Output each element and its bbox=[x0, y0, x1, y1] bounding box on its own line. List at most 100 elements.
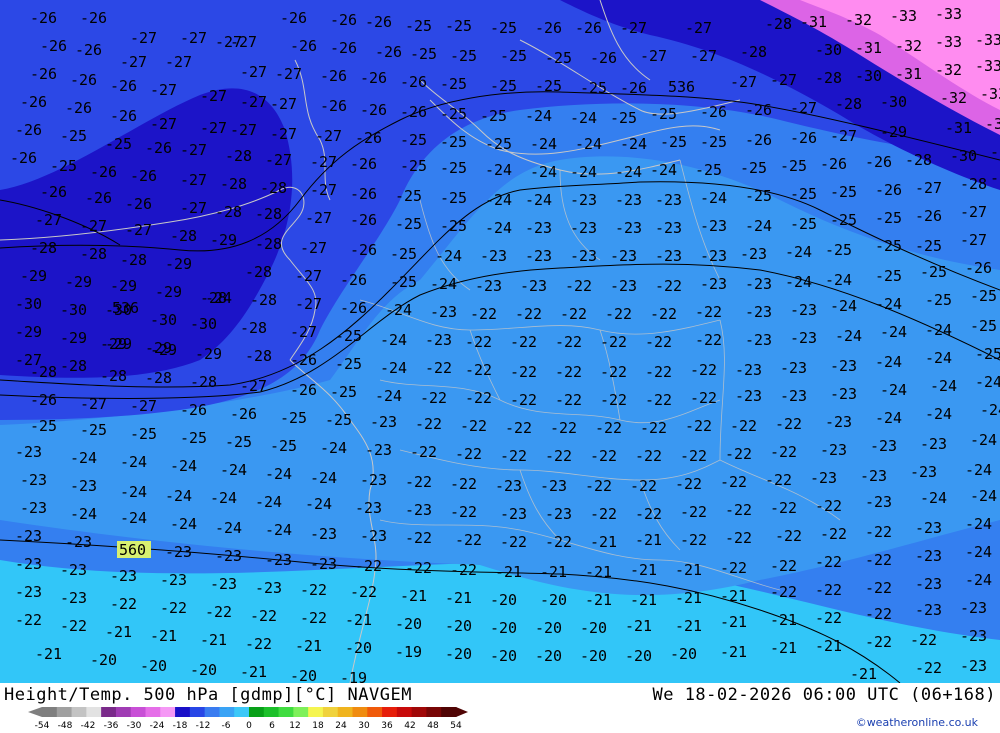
temperature-label: -23 bbox=[820, 441, 847, 459]
temperature-label: -24 bbox=[265, 521, 292, 539]
temperature-label: -22 bbox=[500, 533, 527, 551]
temperature-label: -27 bbox=[230, 121, 257, 139]
temperature-label: -21 bbox=[495, 563, 522, 581]
temperature-label: -22 bbox=[725, 445, 752, 463]
temperature-label: -27 bbox=[165, 53, 192, 71]
temperature-label: -28 bbox=[815, 69, 842, 87]
temperature-label: -23 bbox=[500, 505, 527, 523]
temperature-label: -27 bbox=[80, 395, 107, 413]
temperature-label: -26 bbox=[125, 195, 152, 213]
temperature-label: -22 bbox=[565, 277, 592, 295]
temperature-label: -28 bbox=[220, 175, 247, 193]
temperature-label: -23 bbox=[915, 575, 942, 593]
temperature-label: -22 bbox=[450, 475, 477, 493]
temperature-label: -25 bbox=[440, 75, 467, 93]
temperature-label: -23 bbox=[870, 437, 897, 455]
temperature-label: -29 bbox=[60, 329, 87, 347]
temperature-label: -22 bbox=[725, 529, 752, 547]
temperature-label: -22 bbox=[560, 305, 587, 323]
temperature-label: -24 bbox=[880, 381, 907, 399]
temperature-label: -25 bbox=[30, 417, 57, 435]
temperature-label: -24 bbox=[620, 135, 647, 153]
temperature-label: -23 bbox=[700, 275, 727, 293]
temperature-label: -24 bbox=[485, 219, 512, 237]
temperature-label: -24 bbox=[530, 135, 557, 153]
temperature-label: -22 bbox=[420, 389, 447, 407]
temperature-label: -22 bbox=[355, 557, 382, 575]
temperature-label: -23 bbox=[655, 219, 682, 237]
temperature-label: -25 bbox=[970, 317, 997, 335]
temperature-label: -24 bbox=[120, 453, 147, 471]
temperature-label: -26 bbox=[820, 155, 847, 173]
temperature-label: -20 bbox=[580, 647, 607, 665]
temperature-label: -26 bbox=[40, 37, 67, 55]
temperature-label: -29 bbox=[65, 273, 92, 291]
temperature-label: -27 bbox=[180, 171, 207, 189]
temperature-label: -23 bbox=[65, 533, 92, 551]
temperature-label: -22 bbox=[585, 477, 612, 495]
temperature-label: -27 bbox=[180, 141, 207, 159]
temperature-label: -27 bbox=[120, 53, 147, 71]
temperature-label: -29 bbox=[20, 267, 47, 285]
temperature-label: -27 bbox=[180, 199, 207, 217]
temperature-label: -24 bbox=[925, 405, 952, 423]
temperature-label: -23 bbox=[745, 275, 772, 293]
temperature-label: -27 bbox=[270, 95, 297, 113]
temperature-label: -26 bbox=[330, 39, 357, 57]
temperature-label: -23 bbox=[810, 469, 837, 487]
temperature-label: -23 bbox=[960, 657, 987, 675]
temperature-label: -29 bbox=[165, 255, 192, 273]
temperature-label: -23 bbox=[915, 519, 942, 537]
scale-tick-label: -30 bbox=[127, 721, 142, 731]
temperature-label: -23 bbox=[700, 217, 727, 235]
temperature-label: -21 bbox=[815, 637, 842, 655]
temperature-label: -22 bbox=[465, 389, 492, 407]
temperature-label: -23 bbox=[745, 331, 772, 349]
temperature-label: -27 bbox=[310, 153, 337, 171]
temperature-label: -25 bbox=[445, 17, 472, 35]
temperature-label: -26 bbox=[575, 19, 602, 37]
temperature-label: -24 bbox=[880, 323, 907, 341]
temperature-label: -26 bbox=[350, 211, 377, 229]
temperature-label: -23 bbox=[365, 441, 392, 459]
temperature-label: -24 bbox=[970, 431, 997, 449]
credit-link[interactable]: ©weatheronline.co.uk bbox=[856, 716, 978, 729]
temperature-label: -27 bbox=[290, 323, 317, 341]
temperature-label: -26 bbox=[355, 129, 382, 147]
temperature-label: -22 bbox=[720, 473, 747, 491]
temperature-label: -28 bbox=[60, 357, 87, 375]
temperature-label: -25 bbox=[745, 187, 772, 205]
scale-cell bbox=[130, 707, 146, 717]
temperature-label: -29 bbox=[210, 231, 237, 249]
temperature-label: -22 bbox=[725, 501, 752, 519]
scale-tick-label: -12 bbox=[196, 721, 211, 731]
temperature-label: -24 bbox=[650, 161, 677, 179]
temperature-label: -26 bbox=[30, 9, 57, 27]
temperature-label: -21 bbox=[625, 617, 652, 635]
temperature-label: -28 bbox=[225, 147, 252, 165]
temperature-label: -22 bbox=[205, 603, 232, 621]
temperature-label: -22 bbox=[695, 303, 722, 321]
temperature-label: -27 bbox=[130, 29, 157, 47]
temperature-label: -24 bbox=[925, 349, 952, 367]
temperature-label: -23 bbox=[520, 277, 547, 295]
scale-cell bbox=[115, 707, 132, 717]
temperature-label: -23 bbox=[780, 359, 807, 377]
temperature-label: -22 bbox=[590, 505, 617, 523]
scale-arrow-right bbox=[456, 707, 468, 717]
temperature-label: -22 bbox=[815, 553, 842, 571]
temperature-label: -24 bbox=[255, 493, 282, 511]
temperature-label: -22 bbox=[815, 497, 842, 515]
scale-cell bbox=[42, 707, 58, 717]
temperature-label: -21 bbox=[770, 639, 797, 657]
temperature-label: -25 bbox=[970, 287, 997, 305]
temperature-label: -33 bbox=[890, 7, 917, 25]
temperature-label: -23 bbox=[960, 627, 987, 645]
temperature-label: -20 bbox=[490, 647, 517, 665]
temperature-label: -22 bbox=[555, 333, 582, 351]
temperature-label: -26 bbox=[360, 69, 387, 87]
temperature-label: -21 bbox=[345, 611, 372, 629]
temperature-label: -21 bbox=[675, 617, 702, 635]
temperature-label: -22 bbox=[545, 447, 572, 465]
temperature-label: -33 bbox=[935, 33, 962, 51]
